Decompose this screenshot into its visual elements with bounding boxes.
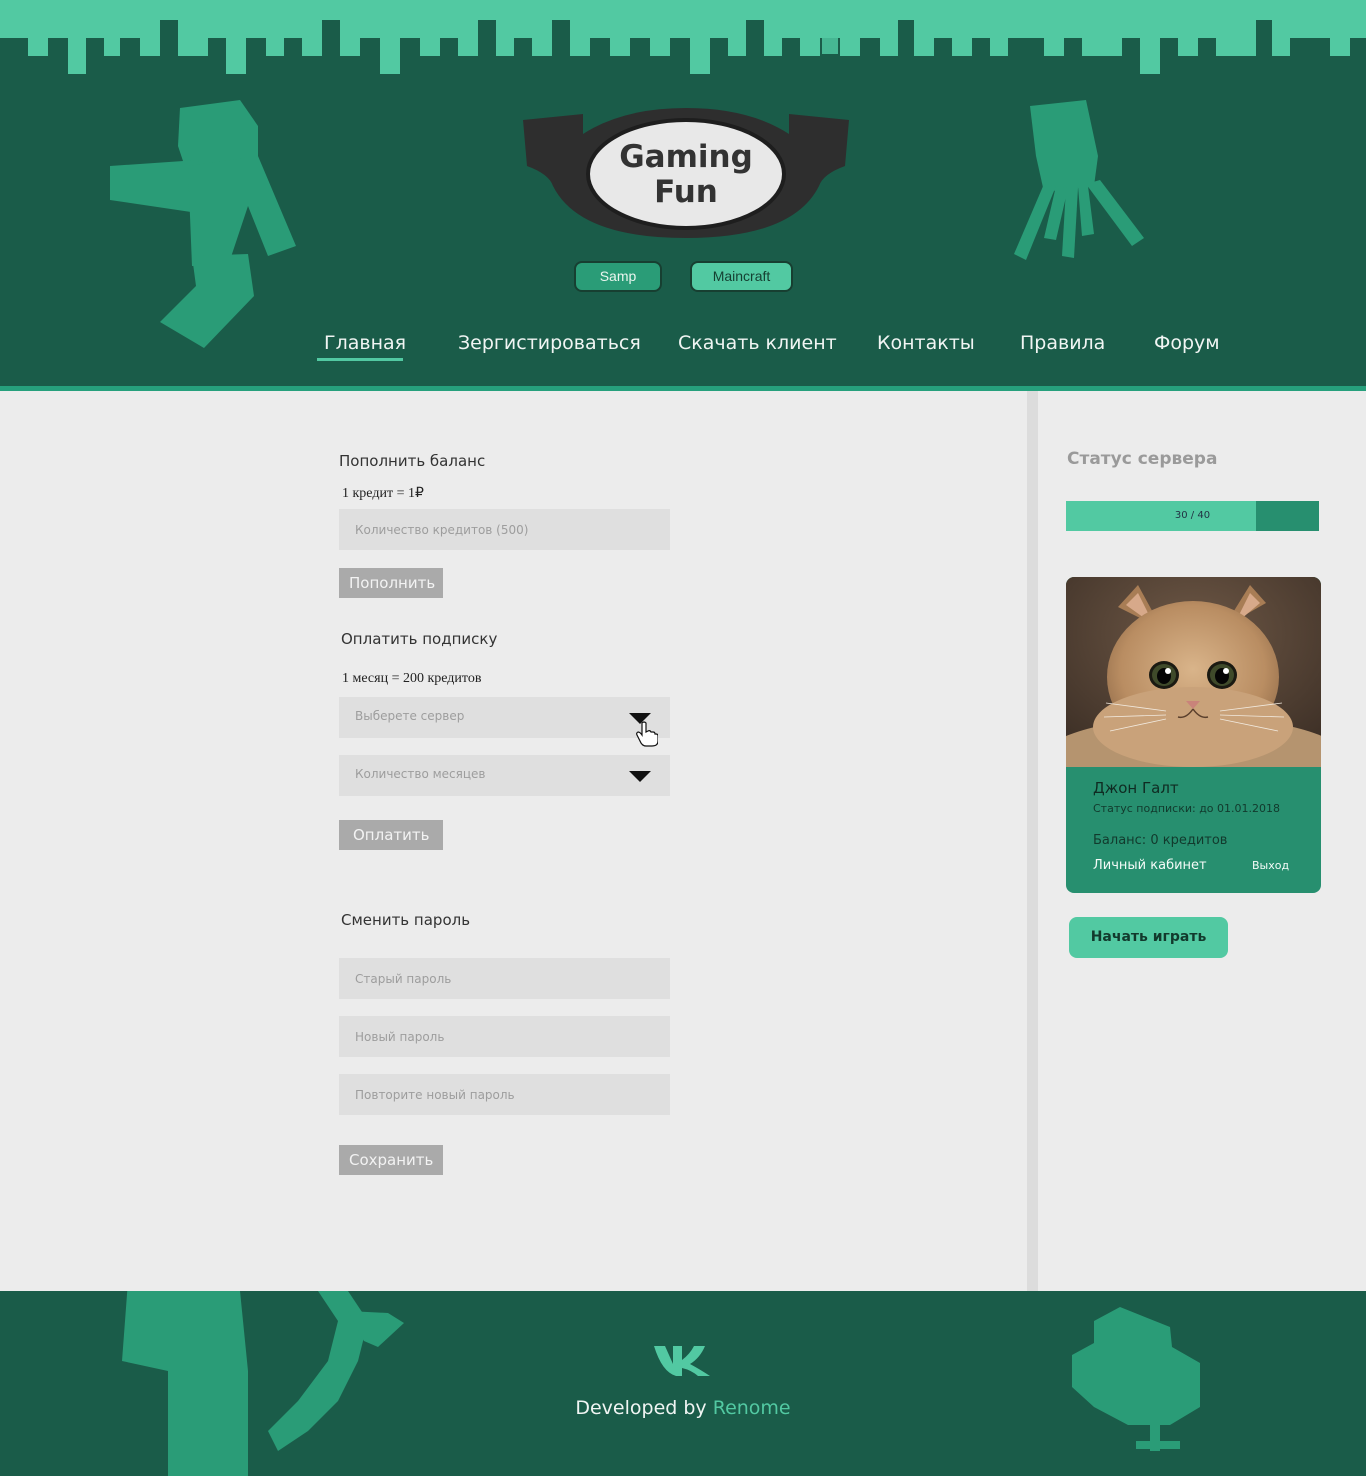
vk-icon[interactable]	[654, 1344, 712, 1376]
blocky-tree-decoration	[1072, 1307, 1200, 1451]
sidebar-divider	[1027, 391, 1038, 1291]
profile-card: Джон Галт Статус подписки: до 01.01.2018…	[1066, 577, 1321, 893]
blocky-squid-decoration	[1014, 100, 1144, 260]
header-bottom-border	[0, 386, 1366, 391]
site-header: Gaming Fun Samp Maincraft Главная Зергис…	[0, 0, 1366, 391]
personal-cabinet-link[interactable]: Личный кабинет	[1093, 858, 1207, 873]
profile-name: Джон Галт	[1093, 779, 1179, 797]
server-select-label: Выберете сервер	[355, 709, 465, 723]
repeat-password-input[interactable]	[339, 1074, 670, 1115]
top-up-button[interactable]: Пополнить	[339, 568, 443, 598]
credits-amount-field[interactable]	[339, 509, 670, 550]
blocky-archer-decoration	[122, 1291, 404, 1476]
password-title: Сменить пароль	[341, 911, 471, 929]
site-footer: Developed by Renome	[0, 1291, 1366, 1476]
user-avatar-image	[1066, 577, 1321, 767]
developer-link[interactable]: Renome	[713, 1397, 791, 1419]
save-button[interactable]: Сохранить	[339, 1145, 443, 1175]
start-playing-button[interactable]: Начать играть	[1069, 917, 1228, 958]
old-password-field[interactable]	[339, 958, 670, 999]
balance-title: Пополнить баланс	[339, 452, 486, 470]
repeat-password-field[interactable]	[339, 1074, 670, 1115]
server-status-bar: 30 / 40	[1066, 501, 1319, 531]
pay-button[interactable]: Оплатить	[339, 820, 443, 850]
logo-title-line1: Gaming	[619, 139, 753, 175]
old-password-input[interactable]	[339, 958, 670, 999]
profile-balance: Баланс: 0 кредитов	[1093, 833, 1228, 848]
server-status-title: Статус сервера	[1067, 449, 1218, 469]
months-select[interactable]: Количество месяцев	[339, 755, 670, 796]
nav-item-download-client[interactable]: Скачать клиент	[678, 330, 837, 356]
nav-item-rules[interactable]: Правила	[1020, 330, 1105, 356]
balance-rate: 1 кредит = 1₽	[342, 486, 424, 501]
pixel-crenel-decoration	[0, 0, 1366, 74]
new-password-field[interactable]	[339, 1016, 670, 1057]
server-select[interactable]: Выберете сервер	[339, 697, 670, 747]
nav-item-forum[interactable]: Форум	[1154, 330, 1220, 356]
profile-subscription-status: Статус подписки: до 01.01.2018	[1093, 802, 1281, 815]
nav-active-indicator	[317, 358, 403, 361]
months-select-label: Количество месяцев	[355, 767, 486, 781]
nav-item-register[interactable]: Зергистироваться	[458, 330, 641, 356]
developed-by-text: Developed by	[575, 1397, 707, 1419]
nav-item-home[interactable]: Главная	[324, 330, 406, 356]
logout-link[interactable]: Выход	[1252, 859, 1289, 872]
new-password-input[interactable]	[339, 1016, 670, 1057]
subscription-title: Оплатить подписку	[341, 630, 498, 648]
hand-cursor-icon	[636, 721, 658, 747]
credits-amount-input[interactable]	[339, 509, 670, 550]
nav-item-contacts[interactable]: Контакты	[877, 330, 975, 356]
blocky-warrior-decoration	[110, 100, 296, 348]
server-button-samp[interactable]: Samp	[574, 261, 662, 292]
dropdown-arrow-icon[interactable]	[629, 771, 651, 782]
logo-title-line2: Fun	[654, 174, 718, 210]
server-button-maincraft[interactable]: Maincraft	[690, 261, 793, 292]
server-status-text: 30 / 40	[1174, 510, 1211, 521]
subscription-rate: 1 месяц = 200 кредитов	[342, 671, 482, 686]
